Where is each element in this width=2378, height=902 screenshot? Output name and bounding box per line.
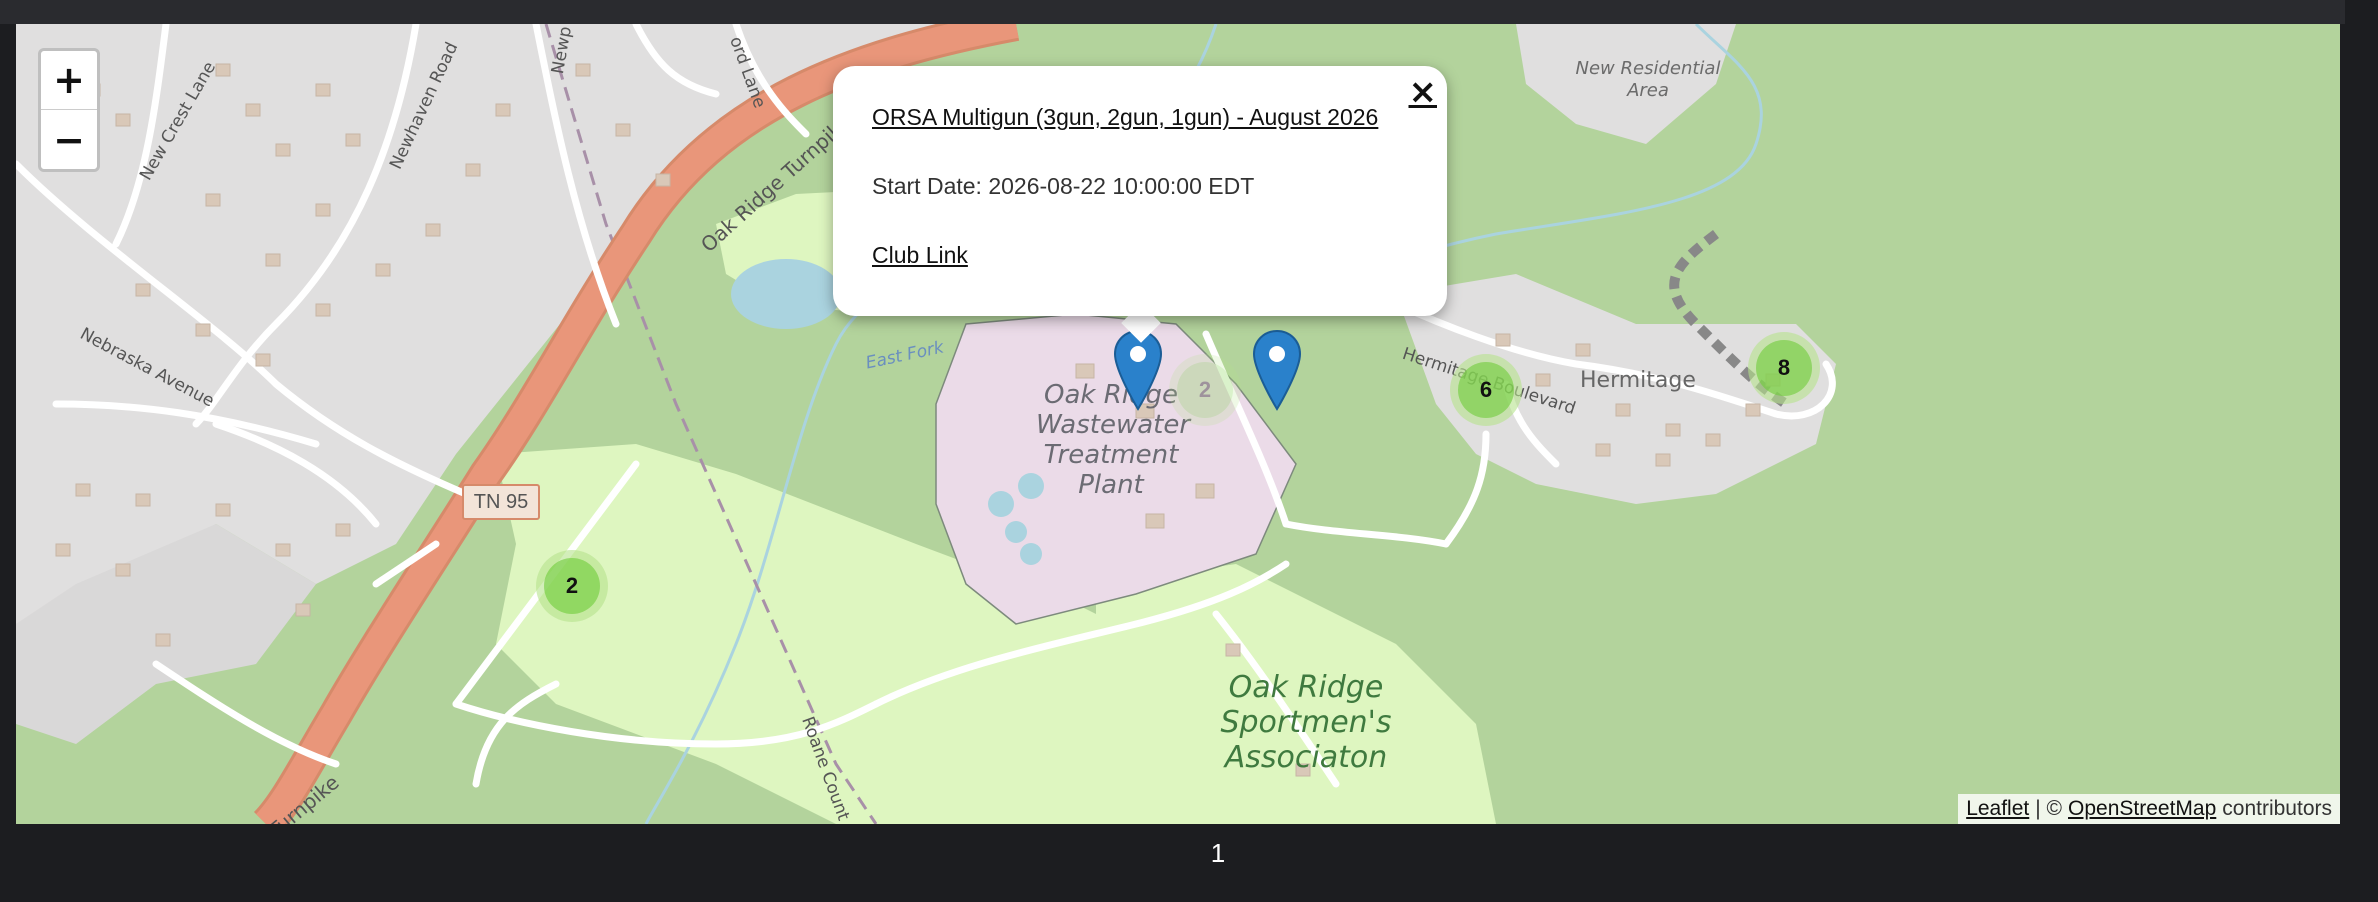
page-number: 1 (1210, 838, 1226, 868)
area-label-new-residential: New Residential Area (1575, 58, 1721, 101)
close-icon[interactable]: × (1409, 72, 1438, 112)
event-title-link[interactable]: ORSA Multigun (3gun, 2gun, 1gun) - Augus… (872, 104, 1378, 130)
club-link[interactable]: Club Link (872, 242, 968, 268)
marker-cluster[interactable]: 8 (1748, 332, 1820, 404)
openstreetmap-link[interactable]: OpenStreetMap (2068, 797, 2216, 821)
zoom-control: + − (38, 48, 100, 172)
zoom-out-button[interactable]: − (41, 110, 97, 169)
marker-cluster[interactable]: 2 (536, 550, 608, 622)
cluster-count: 8 (1756, 340, 1812, 396)
route-shield: TN 95 (462, 484, 540, 520)
map-marker-icon[interactable] (1113, 329, 1163, 411)
place-label-hermitage: Hermitage (1580, 368, 1696, 393)
map-container[interactable]: New Crest Lane Newhaven Road Newp ord La… (16, 24, 2340, 824)
cluster-count: 2 (544, 558, 600, 614)
attribution-separator: | © (2035, 797, 2063, 820)
marker-cluster[interactable]: 6 (1450, 354, 1522, 426)
event-start-date: Start Date: 2026-08-22 10:00:00 EDT (872, 173, 1255, 199)
map-marker-icon[interactable] (1252, 329, 1302, 411)
leaflet-link[interactable]: Leaflet (1966, 797, 2029, 821)
popup-content: ORSA Multigun (3gun, 2gun, 1gun) - Augus… (872, 104, 1378, 269)
marker-cluster[interactable]: 2 (1169, 354, 1241, 426)
cluster-count: 2 (1177, 362, 1233, 418)
attribution-suffix: contributors (2222, 797, 2332, 820)
top-bar (0, 0, 2345, 24)
cluster-count: 6 (1458, 362, 1514, 418)
zoom-in-button[interactable]: + (41, 51, 97, 110)
poi-label-treatment-plant: Oak Ridge Wastewater Treatment Plant (1036, 380, 1191, 500)
map-attribution: Leaflet | © OpenStreetMap contributors (1958, 794, 2340, 824)
event-popup: × ORSA Multigun (3gun, 2gun, 1gun) - Aug… (833, 66, 1447, 316)
poi-label-sportsmens: Oak Ridge Sportmen's Associaton (1220, 670, 1392, 775)
